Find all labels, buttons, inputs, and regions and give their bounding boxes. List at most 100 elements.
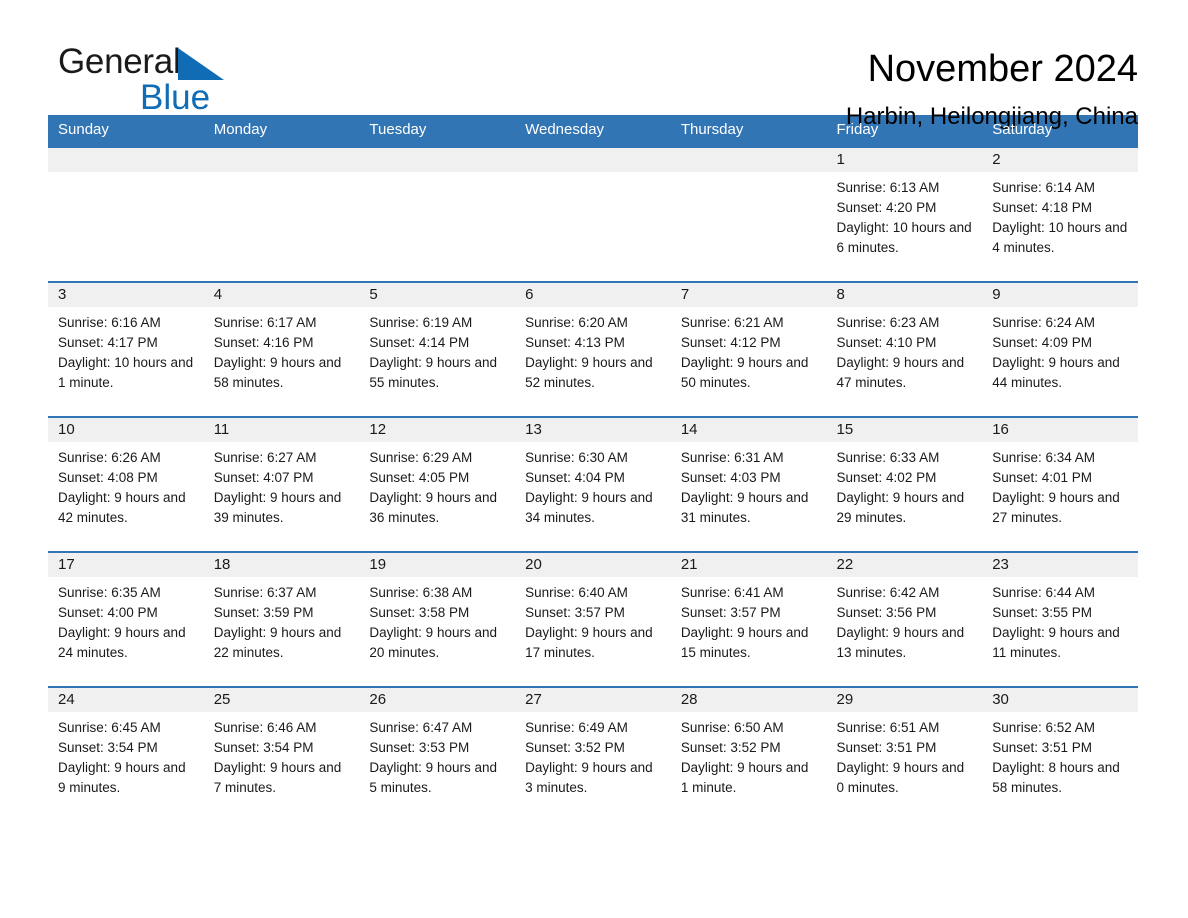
calendar-day-cell[interactable]: 21 Sunrise: 6:41 AM Sunset: 3:57 PM Dayligh…	[670, 551, 827, 687]
calendar-day-cell[interactable]: 6 Sunrise: 6:20 AM Sunset: 4:13 PM Daylight…	[515, 281, 671, 417]
sunset-text: Sunset: 4:14 PM	[369, 335, 470, 350]
day-details: Sunrise: 6:46 AM Sunset: 3:54 PM Daylight:…	[204, 712, 360, 798]
sunset-text: Sunset: 4:10 PM	[836, 335, 937, 350]
calendar-day-cell[interactable]: 8 Sunrise: 6:23 AM Sunset: 4:10 PM Daylight…	[826, 281, 983, 417]
daylight-text: Daylight: 10 hours and 6 minutes.	[836, 220, 972, 255]
calendar-week-row: 17 Sunrise: 6:35 AM Sunset: 4:00 PM Dayligh…	[48, 551, 1138, 687]
daylight-text: Daylight: 9 hours and 50 minutes.	[680, 355, 809, 390]
sunset-text: Sunset: 3:52 PM	[680, 740, 781, 755]
calendar-day-cell[interactable]: 30 Sunrise: 6:52 AM Sunset: 3:51 PM Dayligh…	[982, 686, 1138, 822]
calendar-week-row: 10 Sunrise: 6:26 AM Sunset: 4:08 PM Dayligh…	[48, 416, 1138, 552]
sunrise-text: Sunrise: 6:44 AM	[992, 585, 1096, 600]
calendar-day-cell[interactable]: 14 Sunrise: 6:31 AM Sunset: 4:03 PM Dayligh…	[670, 416, 827, 552]
calendar-day-cell[interactable]: 15 Sunrise: 6:33 AM Sunset: 4:02 PM Dayligh…	[826, 416, 983, 552]
day-details: Sunrise: 6:14 AM Sunset: 4:18 PM Daylight:…	[982, 172, 1138, 258]
sunrise-text: Sunrise: 6:47 AM	[369, 720, 473, 735]
day-details: Sunrise: 6:50 AM Sunset: 3:52 PM Daylight:…	[671, 712, 827, 798]
logo-text-blue: Blue	[140, 78, 211, 117]
day-details: Sunrise: 6:19 AM Sunset: 4:14 PM Daylight:…	[359, 307, 515, 393]
sunset-text: Sunset: 4:03 PM	[680, 470, 781, 485]
calendar-day-cell[interactable]: 12 Sunrise: 6:29 AM Sunset: 4:05 PM Dayligh…	[359, 416, 516, 552]
daylight-text: Daylight: 9 hours and 15 minutes.	[680, 625, 809, 660]
sunset-text: Sunset: 4:20 PM	[836, 200, 937, 215]
calendar-week-row: 24 Sunrise: 6:45 AM Sunset: 3:54 PM Dayligh…	[48, 686, 1138, 822]
calendar-day-cell[interactable]: 11 Sunrise: 6:27 AM Sunset: 4:07 PM Dayligh…	[203, 416, 360, 552]
sunrise-text: Sunrise: 6:19 AM	[369, 315, 473, 330]
day-details: Sunrise: 6:42 AM Sunset: 3:56 PM Daylight:…	[827, 577, 983, 663]
sunset-text: Sunset: 4:07 PM	[213, 470, 314, 485]
sunset-text: Sunset: 3:52 PM	[525, 740, 625, 755]
calendar-day-cell[interactable]: 5 Sunrise: 6:19 AM Sunset: 4:14 PM Daylight…	[359, 281, 516, 417]
calendar-day-cell[interactable]: 27 Sunrise: 6:49 AM Sunset: 3:52 PM Dayligh…	[515, 686, 671, 822]
sunset-text: Sunset: 3:54 PM	[213, 740, 314, 755]
sunset-text: Sunset: 3:58 PM	[369, 605, 470, 620]
day-number: 27	[515, 688, 671, 712]
day-details: Sunrise: 6:40 AM Sunset: 3:57 PM Daylight:…	[515, 577, 671, 663]
page-title: November 2024	[867, 48, 1138, 90]
calendar-day-cell[interactable]: 7 Sunrise: 6:21 AM Sunset: 4:12 PM Daylight…	[670, 281, 827, 417]
day-details: Sunrise: 6:45 AM Sunset: 3:54 PM Daylight:…	[48, 712, 204, 798]
calendar-body: 1 Sunrise: 6:13 AM Sunset: 4:20 PM Daylight…	[48, 146, 1138, 822]
day-details: Sunrise: 6:51 AM Sunset: 3:51 PM Daylight:…	[827, 712, 983, 798]
calendar-day-cell[interactable]: 28 Sunrise: 6:50 AM Sunset: 3:52 PM Dayligh…	[670, 686, 827, 822]
day-details: Sunrise: 6:13 AM Sunset: 4:20 PM Daylight:…	[827, 172, 983, 258]
calendar-day-cell[interactable]: 3 Sunrise: 6:16 AM Sunset: 4:17 PM Daylight…	[48, 281, 204, 417]
calendar-day-cell-empty	[48, 146, 204, 282]
calendar-day-cell[interactable]: 4 Sunrise: 6:17 AM Sunset: 4:16 PM Daylight…	[203, 281, 360, 417]
calendar-day-cell[interactable]: 17 Sunrise: 6:35 AM Sunset: 4:00 PM Dayligh…	[48, 551, 204, 687]
weekday-header-thursday: Thursday	[670, 115, 827, 147]
day-details: Sunrise: 6:20 AM Sunset: 4:13 PM Daylight:…	[515, 307, 671, 393]
calendar-day-cell[interactable]: 9 Sunrise: 6:24 AM Sunset: 4:09 PM Daylight…	[982, 281, 1138, 417]
daylight-text: Daylight: 10 hours and 1 minute.	[58, 355, 194, 390]
day-number: 20	[515, 553, 671, 577]
page-header: General Blue November 2024 Harbin, Heilo…	[0, 0, 1188, 131]
calendar-day-cell[interactable]: 25 Sunrise: 6:46 AM Sunset: 3:54 PM Dayligh…	[203, 686, 360, 822]
day-number	[515, 148, 671, 172]
sunrise-text: Sunrise: 6:23 AM	[836, 315, 940, 330]
daylight-text: Daylight: 9 hours and 11 minutes.	[992, 625, 1120, 660]
day-details: Sunrise: 6:24 AM Sunset: 4:09 PM Daylight:…	[982, 307, 1138, 393]
calendar-day-cell[interactable]: 16 Sunrise: 6:34 AM Sunset: 4:01 PM Dayligh…	[982, 416, 1138, 552]
daylight-text: Daylight: 9 hours and 34 minutes.	[525, 490, 653, 525]
calendar-day-cell[interactable]: 1 Sunrise: 6:13 AM Sunset: 4:20 PM Daylight…	[826, 146, 983, 282]
sunset-text: Sunset: 4:02 PM	[836, 470, 937, 485]
day-details: Sunrise: 6:49 AM Sunset: 3:52 PM Daylight:…	[515, 712, 671, 798]
day-number: 10	[48, 418, 204, 442]
day-number: 16	[982, 418, 1138, 442]
sunrise-text: Sunrise: 6:16 AM	[58, 315, 161, 330]
sunrise-text: Sunrise: 6:21 AM	[680, 315, 784, 330]
sunset-text: Sunset: 4:12 PM	[680, 335, 781, 350]
calendar-day-cell[interactable]: 2 Sunrise: 6:14 AM Sunset: 4:18 PM Daylight…	[982, 146, 1138, 282]
calendar-day-cell[interactable]: 20 Sunrise: 6:40 AM Sunset: 3:57 PM Dayligh…	[515, 551, 671, 687]
daylight-text: Daylight: 9 hours and 5 minutes.	[369, 760, 497, 795]
daylight-text: Daylight: 9 hours and 1 minute.	[680, 760, 809, 795]
daylight-text: Daylight: 9 hours and 31 minutes.	[680, 490, 809, 525]
day-details: Sunrise: 6:44 AM Sunset: 3:55 PM Daylight:…	[982, 577, 1138, 663]
calendar-day-cell[interactable]: 24 Sunrise: 6:45 AM Sunset: 3:54 PM Dayligh…	[48, 686, 204, 822]
sunset-text: Sunset: 4:17 PM	[58, 335, 158, 350]
daylight-text: Daylight: 9 hours and 13 minutes.	[836, 625, 965, 660]
calendar-day-cell[interactable]: 13 Sunrise: 6:30 AM Sunset: 4:04 PM Dayligh…	[515, 416, 671, 552]
day-number: 1	[826, 148, 983, 172]
day-number: 25	[203, 688, 360, 712]
day-number: 17	[48, 553, 204, 577]
sunrise-text: Sunrise: 6:27 AM	[213, 450, 317, 465]
daylight-text: Daylight: 9 hours and 3 minutes.	[525, 760, 653, 795]
sunset-text: Sunset: 4:05 PM	[369, 470, 470, 485]
sunrise-text: Sunrise: 6:51 AM	[836, 720, 940, 735]
day-number: 26	[359, 688, 516, 712]
sunset-text: Sunset: 3:59 PM	[213, 605, 314, 620]
calendar-day-cell[interactable]: 18 Sunrise: 6:37 AM Sunset: 3:59 PM Dayligh…	[203, 551, 360, 687]
calendar-day-cell[interactable]: 26 Sunrise: 6:47 AM Sunset: 3:53 PM Dayligh…	[359, 686, 516, 822]
calendar-day-cell[interactable]: 29 Sunrise: 6:51 AM Sunset: 3:51 PM Dayligh…	[826, 686, 983, 822]
day-details: Sunrise: 6:35 AM Sunset: 4:00 PM Daylight:…	[48, 577, 204, 663]
calendar-day-cell[interactable]: 19 Sunrise: 6:38 AM Sunset: 3:58 PM Dayligh…	[359, 551, 516, 687]
calendar-day-cell[interactable]: 22 Sunrise: 6:42 AM Sunset: 3:56 PM Dayligh…	[826, 551, 983, 687]
sunset-text: Sunset: 3:53 PM	[369, 740, 470, 755]
calendar-day-cell[interactable]: 23 Sunrise: 6:44 AM Sunset: 3:55 PM Dayligh…	[982, 551, 1138, 687]
sunrise-text: Sunrise: 6:26 AM	[58, 450, 161, 465]
calendar-day-cell-empty	[203, 146, 360, 282]
daylight-text: Daylight: 9 hours and 55 minutes.	[369, 355, 497, 390]
calendar-day-cell[interactable]: 10 Sunrise: 6:26 AM Sunset: 4:08 PM Dayligh…	[48, 416, 204, 552]
day-details: Sunrise: 6:26 AM Sunset: 4:08 PM Daylight:…	[48, 442, 204, 528]
